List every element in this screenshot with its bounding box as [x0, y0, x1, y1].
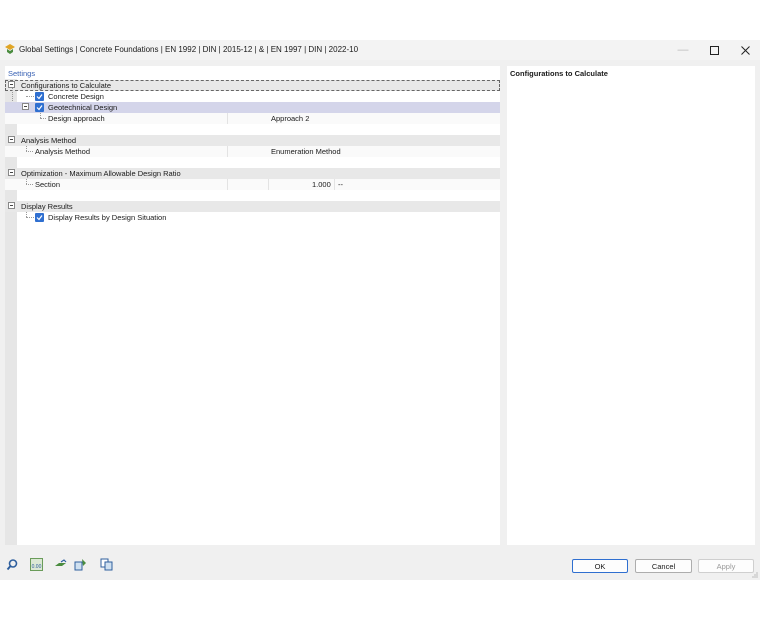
display-by-situation-checkbox[interactable] — [35, 213, 44, 222]
column-separator — [268, 179, 269, 190]
tree-connector — [26, 217, 34, 218]
maximize-icon — [709, 45, 719, 55]
design-approach-value[interactable]: Approach 2 — [271, 114, 309, 123]
section-label: Configurations to Calculate — [21, 81, 112, 90]
minimize-button[interactable]: — — [668, 40, 698, 60]
settings-header: Settings — [8, 69, 36, 78]
collapse-icon[interactable] — [8, 136, 15, 143]
resize-grip-icon[interactable] — [752, 572, 758, 578]
tree-row-concrete-design[interactable]: Concrete Design — [5, 91, 500, 102]
copy-icon[interactable] — [100, 558, 113, 571]
param-row-analysis-method[interactable]: Analysis Method Enumeration Method — [5, 146, 500, 157]
geotechnical-design-checkbox[interactable] — [35, 103, 44, 112]
column-separator — [227, 146, 228, 157]
collapse-icon[interactable] — [8, 81, 15, 88]
section-value[interactable]: 1.000 — [312, 180, 331, 189]
model-icon[interactable] — [54, 558, 67, 571]
section-unit: -- — [338, 180, 343, 189]
collapse-icon[interactable] — [8, 202, 15, 209]
section-display-results[interactable]: Display Results — [5, 201, 500, 212]
settings-panel: Settings Configurations to Calculate Con… — [5, 66, 500, 545]
search-icon[interactable] — [6, 558, 19, 571]
tree-connector — [26, 96, 34, 97]
collapse-icon[interactable] — [22, 103, 29, 110]
dialog-window: Global Settings | Concrete Foundations |… — [0, 40, 760, 580]
maximize-button[interactable] — [699, 40, 729, 60]
info-panel-title: Configurations to Calculate — [510, 69, 608, 78]
param-row-design-approach[interactable]: Design approach Approach 2 — [5, 113, 500, 124]
section-configurations[interactable]: Configurations to Calculate — [5, 80, 500, 91]
minimize-icon: — — [677, 44, 689, 56]
close-icon — [740, 45, 750, 55]
display-by-situation-label: Display Results by Design Situation — [48, 213, 167, 222]
settings-icon[interactable] — [74, 558, 87, 571]
param-row-section[interactable]: Section 1.000 -- — [5, 179, 500, 190]
tree-connector — [26, 184, 33, 185]
design-approach-label: Design approach — [48, 114, 105, 123]
window-title: Global Settings | Concrete Foundations |… — [19, 45, 359, 54]
concrete-design-checkbox[interactable] — [35, 92, 44, 101]
ok-button[interactable]: OK — [572, 559, 628, 573]
title-bar: Global Settings | Concrete Foundations |… — [0, 40, 760, 60]
apply-button[interactable]: Apply — [698, 559, 754, 573]
column-separator — [334, 179, 335, 190]
column-separator — [227, 113, 228, 124]
tree-connector — [26, 151, 33, 152]
close-button[interactable] — [730, 40, 760, 60]
geotechnical-design-label: Geotechnical Design — [48, 103, 118, 112]
checkmark-icon — [36, 94, 43, 100]
info-panel: Configurations to Calculate — [507, 66, 755, 545]
tree-row-geotechnical-design[interactable]: Geotechnical Design — [5, 102, 500, 113]
app-icon — [5, 44, 15, 54]
section-label: Optimization - Maximum Allowable Design … — [21, 169, 181, 178]
tree-connector — [40, 118, 46, 119]
cancel-button[interactable]: Cancel — [635, 559, 692, 573]
tree-row-display-by-situation[interactable]: Display Results by Design Situation — [5, 212, 500, 223]
analysis-method-label: Analysis Method — [35, 147, 91, 156]
section-analysis-method[interactable]: Analysis Method — [5, 135, 500, 146]
svg-text:0.00: 0.00 — [32, 564, 42, 570]
concrete-design-label: Concrete Design — [48, 92, 104, 101]
analysis-method-value[interactable]: Enumeration Method — [271, 147, 341, 156]
section-label: Display Results — [21, 202, 73, 211]
section-label: Analysis Method — [21, 136, 77, 145]
section-optimization[interactable]: Optimization - Maximum Allowable Design … — [5, 168, 500, 179]
checkmark-icon — [36, 105, 43, 111]
units-icon[interactable]: 0.00 — [30, 558, 43, 571]
checkmark-icon — [36, 215, 43, 221]
section-param-label: Section — [35, 180, 61, 189]
collapse-icon[interactable] — [8, 169, 15, 176]
column-separator — [227, 179, 228, 190]
